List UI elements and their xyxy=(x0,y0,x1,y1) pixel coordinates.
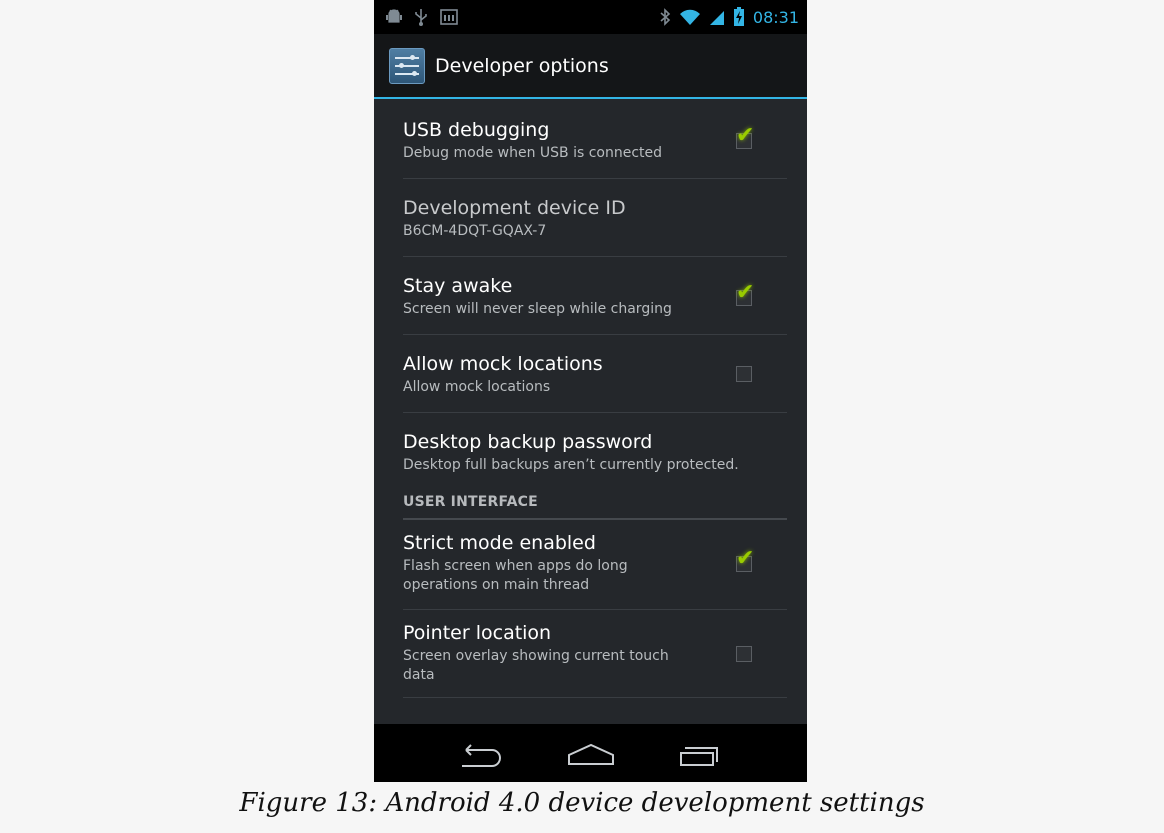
page-title: Developer options xyxy=(435,54,609,77)
usb-icon xyxy=(415,9,427,26)
battery-charging-icon xyxy=(733,7,744,26)
storage-icon xyxy=(440,9,458,25)
navigation-bar xyxy=(374,724,807,782)
checkmark-icon: ✔ xyxy=(736,546,755,571)
pref-pointer-location[interactable]: Pointer location Screen overlay showing … xyxy=(403,610,787,698)
pref-title: Allow mock locations xyxy=(403,353,603,375)
pref-summary: Allow mock locations xyxy=(403,379,551,395)
pointer-location-checkbox[interactable] xyxy=(736,646,752,662)
back-icon[interactable] xyxy=(442,724,522,782)
pref-title: Pointer location xyxy=(403,622,552,644)
action-bar: Developer options xyxy=(374,34,807,99)
pref-strict-mode[interactable]: Strict mode enabled Flash screen when ap… xyxy=(403,520,787,610)
pref-summary: Desktop full backups aren’t currently pr… xyxy=(403,457,739,473)
checkmark-icon: ✔ xyxy=(736,123,755,148)
home-icon[interactable] xyxy=(551,724,631,782)
pref-title: Desktop backup password xyxy=(403,431,653,453)
recent-apps-icon[interactable] xyxy=(659,724,739,782)
strict-mode-checkbox[interactable]: ✔ xyxy=(736,548,754,572)
pref-title: Stay awake xyxy=(403,275,513,297)
usb-debugging-checkbox[interactable]: ✔ xyxy=(736,125,754,149)
pref-development-device-id[interactable]: Development device ID B6CM-4DQT-GQAX-7 xyxy=(403,179,787,257)
pref-title: USB debugging xyxy=(403,119,550,141)
signal-icon xyxy=(709,11,724,25)
pref-summary: Screen overlay showing current touch dat… xyxy=(403,648,669,683)
pref-summary: Debug mode when USB is connected xyxy=(403,145,663,161)
bluetooth-icon xyxy=(660,8,671,26)
pref-usb-debugging[interactable]: USB debugging Debug mode when USB is con… xyxy=(403,101,787,179)
pref-summary: Screen will never sleep while charging xyxy=(403,301,672,317)
pref-title: Development device ID xyxy=(403,197,626,219)
allow-mock-locations-checkbox[interactable] xyxy=(736,366,752,382)
phone-screen: 08:31 Developer options USB debugging De… xyxy=(374,0,807,782)
wifi-icon xyxy=(679,9,700,25)
figure-caption: Figure 13: Android 4.0 device developmen… xyxy=(239,788,925,818)
pref-allow-mock-locations[interactable]: Allow mock locations Allow mock location… xyxy=(403,335,787,413)
checkmark-icon: ✔ xyxy=(736,280,755,305)
section-label: USER INTERFACE xyxy=(403,494,538,510)
status-time: 08:31 xyxy=(752,7,799,27)
stay-awake-checkbox[interactable]: ✔ xyxy=(736,282,754,306)
section-header-user-interface: USER INTERFACE xyxy=(403,479,787,520)
pref-summary: B6CM-4DQT-GQAX-7 xyxy=(403,223,547,239)
preferences-list: USB debugging Debug mode when USB is con… xyxy=(374,101,807,698)
android-debug-icon xyxy=(386,9,402,23)
developer-options-icon[interactable] xyxy=(389,47,425,84)
pref-summary: Flash screen when apps do long operation… xyxy=(403,558,628,593)
status-bar: 08:31 xyxy=(374,0,807,34)
pref-stay-awake[interactable]: Stay awake Screen will never sleep while… xyxy=(403,257,787,335)
pref-title: Strict mode enabled xyxy=(403,532,596,554)
